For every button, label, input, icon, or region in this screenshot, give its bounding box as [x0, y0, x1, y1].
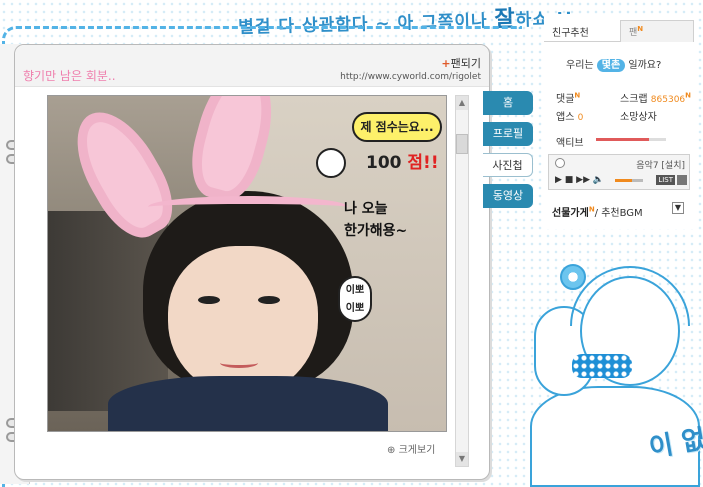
volume-fill [615, 179, 632, 182]
score-number: 100 [366, 153, 402, 173]
cartoon-illustration: 이 없음다 !! [500, 236, 703, 487]
page-scrollbar[interactable]: ▲ ▼ [455, 95, 469, 467]
follow-label: 팬되기 [450, 57, 481, 70]
page-header: 향기만 남은 회분.. +팬되기 http://www.cyworld.com/… [15, 45, 489, 87]
follow-button[interactable]: +팬되기 [441, 55, 481, 71]
score-text: 100 점!! [366, 148, 439, 173]
pretty-bubble: 이뽀 이뽀 [338, 276, 372, 322]
sidebar-tabs: 친구추천 팬N [544, 20, 694, 42]
ask-highlight: 몇촌 [596, 59, 626, 72]
enlarge-button[interactable]: ⊕ 크게보기 [387, 441, 435, 456]
tab-friend-recommend[interactable]: 친구추천 [552, 24, 589, 39]
ask-pre: 우리는 [566, 60, 594, 71]
photo-image[interactable]: 제 점수는요... 100 점!! 나 오늘 한가해용~ 이뽀 이뽀 [47, 95, 447, 432]
bgm-player: 음악7 [설치] ▶ ■ ▶▶ 🔈 LIST [548, 154, 690, 190]
enlarge-label: 크게보기 [398, 445, 436, 456]
photo-mouth [220, 358, 258, 368]
plus-icon: + [441, 57, 451, 70]
tab-fan[interactable]: 팬N [620, 20, 694, 42]
relation-question[interactable]: 우리는 몇촌 일까요? [566, 56, 662, 72]
player-controls[interactable]: ▶ ■ ▶▶ 🔈 [555, 175, 604, 185]
scrap-label: 스크랩 [620, 94, 648, 105]
headband [148, 196, 348, 218]
active-meter-fill [596, 138, 649, 141]
tab-photo-album[interactable]: 사진첩 [483, 153, 533, 177]
tab-video[interactable]: 동영상 [483, 184, 533, 208]
photo-eye [258, 296, 280, 304]
active-label: 액티브 [556, 138, 584, 149]
score-bubble: 제 점수는요... [352, 112, 442, 142]
apps-link[interactable]: 앱스 0 [556, 108, 583, 123]
gift-shop-link[interactable]: 선물가게N/ 추천BGM [552, 204, 643, 219]
new-badge: N [574, 91, 581, 100]
scrap-link[interactable]: 스크랩 865306N [620, 90, 691, 105]
scrap-count: 865306 [650, 95, 686, 105]
tab-profile[interactable]: 프로필 [483, 122, 533, 146]
scroll-up-icon[interactable]: ▲ [456, 96, 468, 110]
ask-post: 일까요? [628, 60, 662, 71]
wish-box-link[interactable]: 소망상자 [620, 108, 657, 123]
volume-slider[interactable] [615, 179, 643, 182]
new-badge: N [637, 25, 644, 33]
dropdown-icon[interactable]: ▼ [672, 202, 684, 214]
flower-icon [560, 264, 586, 290]
photo-shirt [108, 376, 388, 431]
page-title: 향기만 남은 회분.. [23, 69, 116, 83]
apps-count: 0 [577, 113, 584, 123]
tab-home[interactable]: 홈 [483, 91, 533, 115]
playlist-button[interactable]: LIST [656, 175, 675, 185]
cartoon-scarf [572, 354, 632, 378]
apps-label: 앱스 [556, 112, 575, 123]
zoom-icon: ⊕ [387, 445, 396, 456]
photo-eye [198, 296, 220, 304]
active-meter [596, 138, 666, 141]
disc-icon [555, 158, 565, 168]
score-suffix: 점!! [407, 153, 439, 173]
today-text: 나 오늘 한가해용~ [344, 201, 408, 239]
song-title[interactable]: 음악7 [설치] [636, 158, 685, 171]
scroll-thumb[interactable] [456, 134, 468, 154]
photo-face [168, 246, 318, 396]
new-badge: N [685, 91, 692, 100]
gift-sub: / 추천BGM [594, 208, 643, 219]
scribble-icon [316, 148, 346, 178]
download-icon[interactable] [677, 175, 687, 185]
homepage-url[interactable]: http://www.cyworld.com/rigolet [340, 72, 481, 82]
gift-label: 선물가게 [552, 208, 589, 219]
scroll-down-icon[interactable]: ▼ [456, 452, 468, 466]
comment-label: 댓글 [556, 94, 575, 105]
right-sidebar: 친구추천 팬N 우리는 몇촌 일까요? 댓글N 스크랩 865306N 앱스 0… [544, 14, 694, 229]
comment-link[interactable]: 댓글N [556, 90, 580, 105]
diary-page: 향기만 남은 회분.. +팬되기 http://www.cyworld.com/… [14, 44, 490, 480]
